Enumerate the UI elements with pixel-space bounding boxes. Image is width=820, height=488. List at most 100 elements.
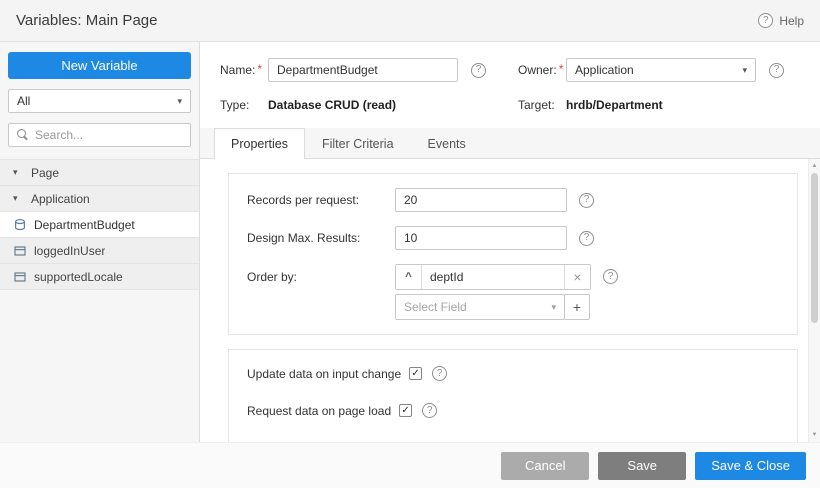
update-on-input-change-checkbox[interactable]: ✓ — [409, 367, 423, 380]
order-by-field-input[interactable] — [422, 265, 564, 289]
search-icon — [17, 129, 29, 141]
caret-down-icon: ▾ — [13, 193, 18, 203]
records-per-request-input[interactable] — [395, 188, 567, 212]
tab-events[interactable]: Events — [411, 128, 483, 158]
tree-group-label: Application — [31, 191, 90, 206]
name-input[interactable] — [268, 58, 458, 82]
type-field-group: Type: Database CRUD (read) — [220, 98, 518, 112]
search-input[interactable] — [35, 128, 182, 142]
tree-group-page[interactable]: ▾ Page — [0, 160, 199, 186]
request-on-page-load-checkbox[interactable]: ✓ — [399, 404, 413, 417]
required-marker: * — [558, 62, 564, 76]
type-label: Type: — [220, 98, 250, 112]
scrollbar-track[interactable] — [809, 323, 820, 428]
scroll-up-arrow[interactable]: ▲ — [809, 159, 820, 173]
scroll-down-arrow[interactable]: ▼ — [809, 428, 820, 442]
check-icon: ✓ — [401, 404, 410, 416]
save-close-button[interactable]: Save & Close — [695, 451, 806, 480]
select-field-placeholder: Select Field — [404, 300, 467, 314]
records-per-request-label: Records per request: — [247, 193, 360, 207]
variable-tree: ▾ Page ▾ Application DepartmentBudget lo… — [0, 159, 199, 290]
target-value: hrdb/Department — [566, 98, 663, 112]
update-on-input-change-label: Update data on input change — [247, 366, 402, 381]
chevron-down-icon: ▾ — [177, 95, 182, 106]
design-max-results-label: Design Max. Results: — [247, 231, 361, 245]
request-on-page-load-label: Request data on page load — [247, 403, 392, 418]
tab-filter-criteria[interactable]: Filter Criteria — [305, 128, 411, 158]
help-link[interactable]: ? Help — [758, 13, 804, 28]
help-icon[interactable]: ? — [471, 62, 486, 78]
select-field-dropdown[interactable]: Select Field ▾ — [395, 294, 565, 320]
main-area: Name:* ? Owner:* Application ▾ ? — [200, 42, 820, 442]
variable-icon — [13, 244, 26, 257]
tree-item-supportedlocale[interactable]: supportedLocale — [0, 264, 199, 290]
new-variable-button[interactable]: New Variable — [8, 52, 191, 79]
records-per-request-row: Records per request: ? — [247, 188, 779, 212]
filter-selected-value: All — [17, 94, 31, 108]
cancel-button[interactable]: Cancel — [501, 451, 590, 480]
help-icon[interactable]: ? — [579, 192, 594, 208]
search-box — [8, 123, 191, 147]
sidebar-controls: New Variable All ▾ — [0, 42, 199, 159]
owner-selected-value: Application — [575, 63, 634, 77]
scrollbar-thumb[interactable] — [811, 173, 818, 323]
update-on-input-change-row: Update data on input change ✓ ? — [247, 366, 779, 381]
properties-tab-panel: Records per request: ? Design Max. Resul… — [200, 159, 820, 442]
owner-label-text: Owner: — [518, 63, 557, 77]
check-icon: ✓ — [411, 367, 420, 379]
variable-filter-select[interactable]: All ▾ — [8, 89, 191, 113]
order-by-field-row: ^ × — [395, 264, 591, 290]
tab-bar: Properties Filter Criteria Events — [200, 128, 820, 159]
sort-direction-button[interactable]: ^ — [396, 265, 422, 289]
required-marker: * — [257, 62, 263, 76]
order-by-row: Order by: ^ × Select Field ▾ — [247, 264, 779, 320]
help-icon[interactable]: ? — [432, 366, 448, 381]
save-button[interactable]: Save — [598, 451, 687, 480]
caret-down-icon: ▾ — [13, 167, 18, 177]
tree-item-loggedinuser[interactable]: loggedInUser — [0, 238, 199, 264]
order-by-control: ^ × Select Field ▾ + — [395, 264, 591, 320]
order-by-label: Order by: — [247, 270, 298, 284]
request-on-page-load-row: Request data on page load ✓ ? — [247, 403, 779, 418]
help-icon[interactable]: ? — [422, 403, 438, 418]
owner-select[interactable]: Application ▾ — [566, 58, 756, 82]
owner-label: Owner: * — [518, 62, 566, 77]
tree-group-application[interactable]: ▾ Application — [0, 186, 199, 212]
data-settings-panel: Records per request: ? Design Max. Resul… — [228, 173, 798, 335]
owner-field-group: Owner: * Application ▾ ? — [518, 58, 784, 82]
sidebar: New Variable All ▾ ▾ Page ▾ Application — [0, 42, 200, 442]
help-icon[interactable]: ? — [603, 269, 618, 284]
tree-group-label: Page — [31, 165, 60, 180]
name-owner-row: Name:* ? Owner:* Application ▾ ? — [220, 58, 804, 82]
variable-summary-form: Name:* ? Owner:* Application ▾ ? — [200, 42, 820, 128]
design-max-results-input[interactable] — [395, 226, 567, 250]
help-icon[interactable]: ? — [579, 230, 594, 246]
design-max-results-row: Design Max. Results: ? — [247, 226, 779, 250]
target-label: Target: — [518, 98, 555, 112]
database-variable-icon — [13, 218, 26, 231]
variable-icon — [13, 270, 26, 283]
page-title: Variables: Main Page — [16, 12, 158, 29]
chevron-down-icon: ▾ — [551, 301, 556, 312]
vertical-scrollbar[interactable]: ▲ ▼ — [808, 159, 820, 442]
remove-field-button[interactable]: × — [564, 265, 590, 289]
tree-item-label: loggedInUser — [34, 243, 106, 258]
variables-dialog: Variables: Main Page ? Help New Variable… — [0, 0, 820, 488]
tree-item-departmentbudget[interactable]: DepartmentBudget — [0, 212, 199, 238]
name-field-group: Name:* ? — [220, 58, 518, 82]
name-label: Name: * — [220, 62, 268, 77]
target-field-group: Target: hrdb/Department — [518, 98, 663, 112]
dialog-footer: Cancel Save Save & Close — [0, 442, 820, 488]
add-field-button[interactable]: + — [564, 294, 590, 320]
add-field-row: Select Field ▾ + — [395, 294, 591, 320]
dialog-header: Variables: Main Page ? Help — [0, 0, 820, 42]
dialog-body: New Variable All ▾ ▾ Page ▾ Application — [0, 42, 820, 442]
type-value: Database CRUD (read) — [268, 98, 397, 112]
behavior-panel: Update data on input change ✓ ? Request … — [228, 349, 798, 442]
name-label-text: Name: — [220, 63, 256, 77]
tab-properties[interactable]: Properties — [214, 128, 305, 159]
help-icon[interactable]: ? — [769, 62, 784, 78]
help-label: Help — [779, 13, 804, 28]
help-icon: ? — [758, 13, 774, 28]
type-target-row: Type: Database CRUD (read) Target: hrdb/… — [220, 98, 804, 112]
